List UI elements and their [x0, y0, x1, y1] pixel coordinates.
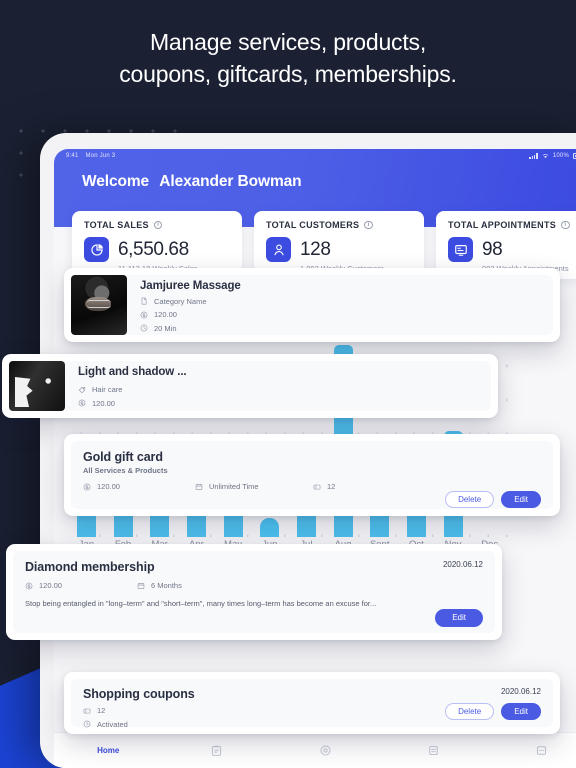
giftcard-price: 120.00 — [83, 482, 195, 491]
clipboard-icon — [212, 745, 222, 756]
service-category: Category Name — [140, 297, 553, 306]
status-time: 9:41 — [66, 153, 79, 159]
clock-icon — [83, 720, 91, 728]
service-duration-text: 20 Min — [154, 323, 177, 333]
coupon-count-text: 12 — [97, 706, 106, 715]
stat-title-text: TOTAL CUSTOMERS — [266, 220, 360, 230]
product-thumbnail — [9, 361, 65, 411]
giftcard-validity: Unlimited Time — [195, 482, 313, 491]
giftcard-delete-button[interactable]: Delete — [445, 491, 495, 508]
tag-icon — [78, 386, 86, 394]
coupon-count: 12 — [83, 706, 445, 715]
welcome-banner: Welcome Alexander Bowman — [54, 163, 576, 191]
service-price: 120.00 — [140, 310, 553, 319]
bottom-navigation: Home — [54, 732, 576, 768]
wifi-icon — [542, 154, 549, 159]
product-title: Light and shadow ... — [78, 366, 187, 378]
service-title: Jamjuree Massage — [140, 280, 241, 292]
nav-item-home[interactable]: Home — [54, 746, 162, 755]
stat-title-text: TOTAL APPOINTMENTS — [448, 220, 557, 230]
service-category-text: Category Name — [154, 296, 207, 306]
chart-bar — [260, 517, 280, 537]
battery-percent: 100% — [552, 153, 569, 159]
calendar-screen-icon — [448, 237, 473, 262]
coupon-card[interactable]: Shopping coupons 12 Activated 2020.06.12… — [64, 672, 560, 734]
circle-icon — [319, 745, 331, 756]
coin-icon — [140, 311, 148, 319]
giftcard-edit-button[interactable]: Edit — [501, 491, 541, 508]
document-icon — [140, 297, 148, 305]
nav-item-clipboard[interactable] — [162, 744, 270, 757]
coin-icon — [78, 399, 86, 407]
coin-icon — [83, 483, 91, 491]
membership-price: 120.00 — [25, 581, 137, 590]
membership-date: 2020.06.12 — [442, 560, 483, 569]
screenshot-stage: Manage services, products, coupons, gift… — [0, 0, 576, 768]
more-icon — [537, 746, 547, 755]
giftcard-price-text: 120.00 — [97, 482, 120, 491]
signal-icon — [529, 153, 538, 159]
stat-title-text: TOTAL SALES — [84, 220, 149, 230]
product-price: 120.00 — [78, 399, 491, 408]
product-category-text: Hair care — [92, 385, 123, 394]
product-card[interactable]: Light and shadow ... Hair care 120.00 — [2, 354, 498, 418]
pie-chart-icon — [84, 237, 109, 262]
giftcard-count-text: 12 — [327, 482, 336, 491]
stat-title: TOTAL CUSTOMERS i — [266, 220, 412, 230]
headline-line-1: Manage services, products, — [149, 29, 427, 55]
membership-description: Stop being entangled in "long–term" and … — [25, 599, 377, 608]
stat-title: TOTAL APPOINTMENTS i — [448, 220, 576, 230]
service-price-text: 120.00 — [154, 310, 177, 319]
membership-edit-button[interactable]: Edit — [435, 609, 483, 627]
list-icon — [429, 745, 438, 756]
membership-period-text: 6 Months — [151, 581, 182, 590]
nav-item-more[interactable] — [488, 744, 576, 757]
user-icon — [266, 237, 291, 262]
stat-value: 128 — [300, 238, 331, 260]
welcome-greeting: Welcome — [82, 173, 150, 190]
info-icon[interactable]: i — [364, 220, 373, 230]
ticket-icon — [313, 483, 321, 491]
service-card[interactable]: Jamjuree Massage Category Name 120.00 20… — [64, 268, 560, 342]
status-bar: 9:41 Mon Jun 3 100% — [54, 149, 576, 163]
coupon-date: 2020.06.12 — [500, 687, 541, 696]
nav-item-list[interactable] — [379, 744, 487, 757]
giftcard-title: Gold gift card — [83, 450, 163, 464]
membership-price-text: 120.00 — [39, 581, 62, 590]
page-title: Manage services, products, coupons, gift… — [0, 26, 576, 90]
stat-value: 98 — [482, 238, 503, 260]
coin-icon — [25, 582, 33, 590]
status-date: Mon Jun 3 — [85, 153, 116, 159]
nav-item-circle[interactable] — [271, 744, 379, 757]
coupon-edit-button[interactable]: Edit — [501, 703, 541, 720]
product-price-text: 120.00 — [92, 398, 115, 408]
calendar-icon — [195, 483, 203, 491]
giftcard-card[interactable]: Gold gift card All Services & Products 1… — [64, 434, 560, 516]
membership-card[interactable]: Diamond membership 2020.06.12 120.00 6 M… — [6, 544, 502, 640]
giftcard-subtitle: All Services & Products — [83, 466, 168, 475]
ticket-icon — [83, 707, 91, 715]
coupon-status-text: Activated — [97, 719, 128, 729]
service-duration: 20 Min — [140, 324, 553, 333]
coupon-status: Activated — [83, 720, 445, 729]
headline-line-2: coupons, giftcards, memberships. — [119, 61, 457, 87]
welcome-username: Alexander Bowman — [159, 173, 302, 190]
nav-label: Home — [97, 746, 120, 755]
clock-icon — [140, 324, 148, 332]
info-icon[interactable]: i — [561, 220, 570, 230]
calendar-icon — [137, 582, 145, 590]
stat-value: 6,550.68 — [118, 238, 189, 260]
info-icon[interactable]: i — [153, 220, 163, 230]
product-category: Hair care — [78, 385, 491, 394]
membership-period: 6 Months — [137, 581, 255, 590]
giftcard-count: 12 — [313, 482, 335, 491]
coupon-title: Shopping coupons — [83, 687, 195, 701]
giftcard-validity-text: Unlimited Time — [209, 482, 259, 491]
service-thumbnail — [71, 275, 127, 335]
stat-title: TOTAL SALES i — [84, 220, 230, 230]
coupon-delete-button[interactable]: Delete — [445, 703, 495, 720]
membership-title: Diamond membership — [25, 560, 155, 574]
chart-bar-cell — [251, 517, 288, 537]
